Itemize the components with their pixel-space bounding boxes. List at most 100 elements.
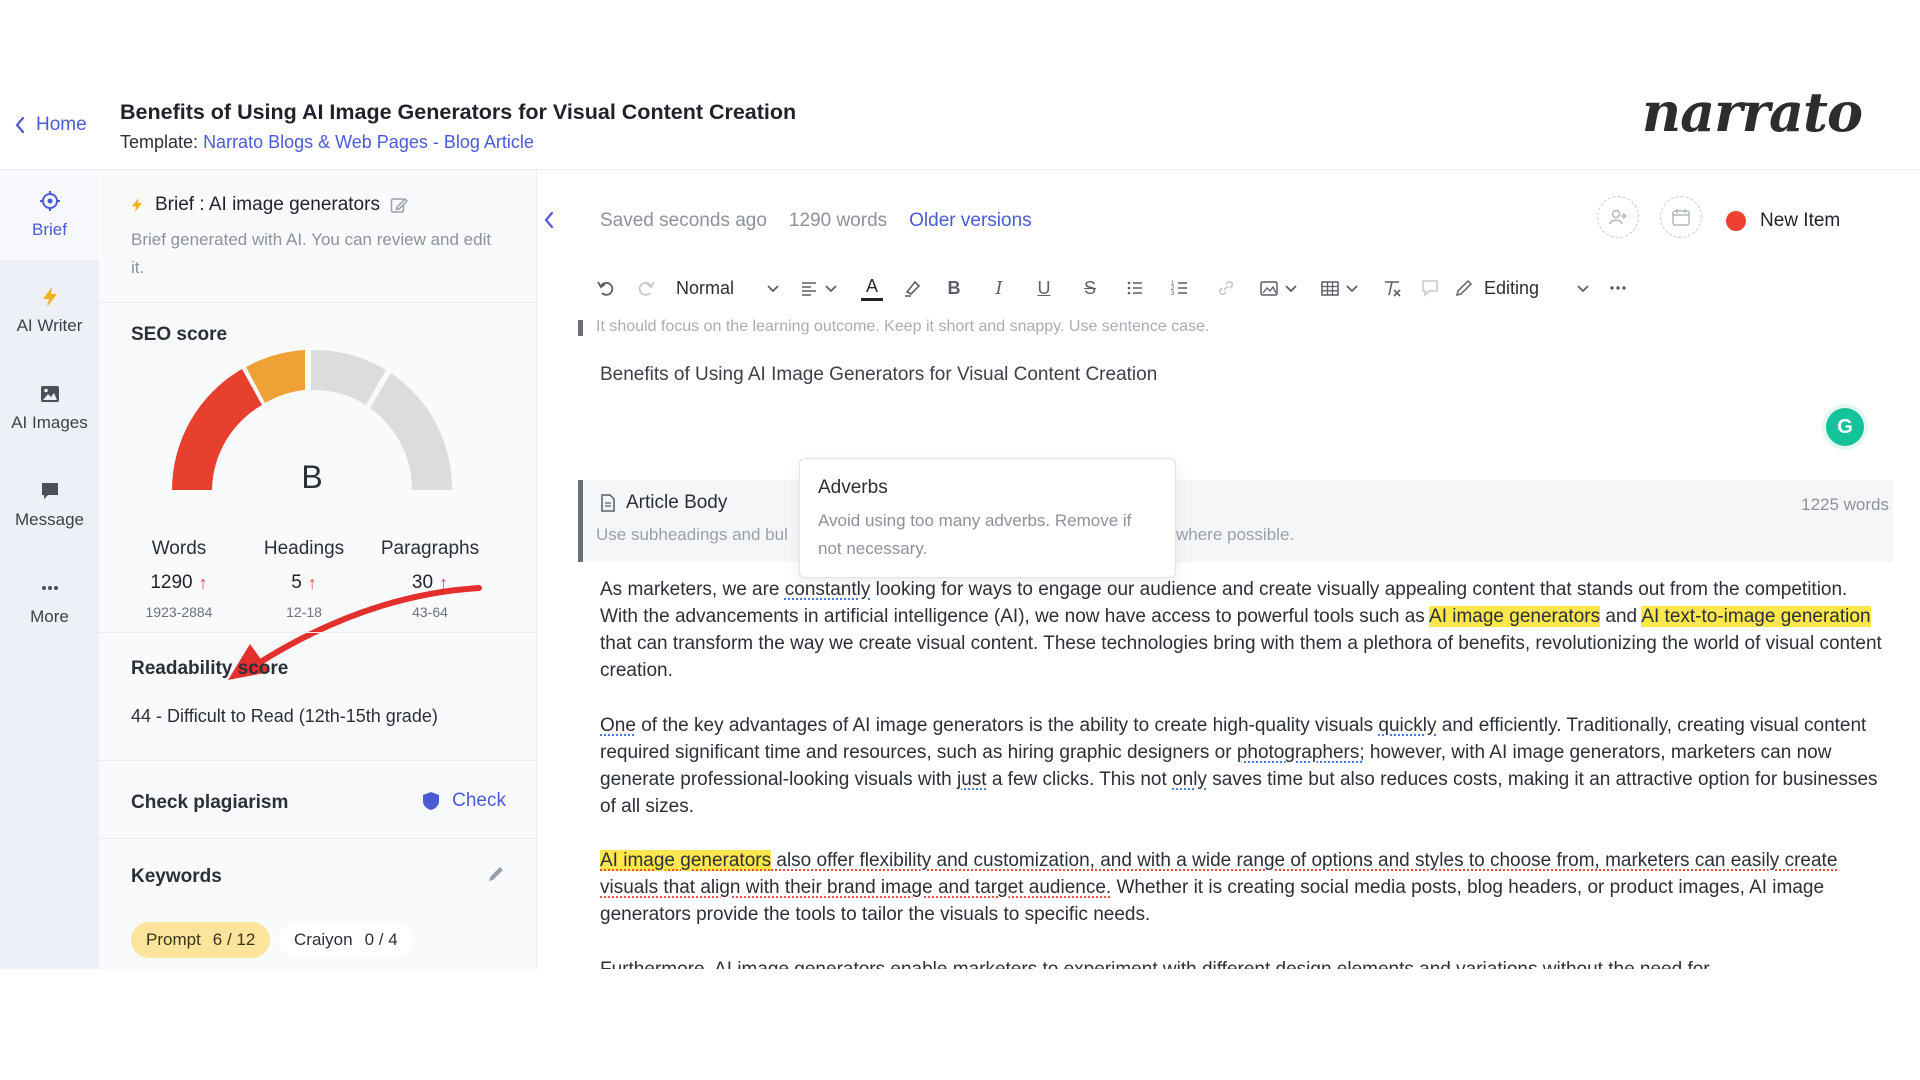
template-link[interactable]: Narrato Blogs & Web Pages - Blog Article [203,132,534,152]
keywords-title: Keywords [131,866,222,887]
seo-gauge: B [172,349,453,495]
italic-icon[interactable]: I [986,270,1012,306]
chevron-down-icon[interactable] [821,270,841,306]
link-icon[interactable] [1213,270,1239,306]
saved-status: Saved seconds ago [600,210,767,231]
divider [99,838,536,839]
collapse-panel-button[interactable] [537,170,561,270]
article-body-label: Article Body [626,492,728,513]
rail-item-more[interactable]: More [0,557,99,647]
text-color-icon[interactable]: A [858,270,886,306]
bullet-list-icon[interactable] [1122,270,1148,306]
text-run: As marketers, we are [600,579,785,600]
template-line: Template: Narrato Blogs & Web Pages - Bl… [120,132,534,153]
pencil-icon[interactable] [486,864,506,884]
editing-mode-select[interactable]: Editing [1454,270,1574,306]
bold-icon[interactable]: B [941,270,967,306]
edit-icon[interactable] [390,196,408,214]
rail-label-ai-images: AI Images [11,413,88,432]
adverb-suggestion[interactable]: quickly [1378,715,1436,736]
text-run: of the key advantages of AI image genera… [635,715,1379,736]
mode-label: Editing [1484,277,1540,298]
stat-label: Words [151,538,207,559]
rail-item-brief[interactable]: Brief [0,170,99,260]
rail-label-brief: Brief [32,220,67,239]
editor-area: Saved seconds ago 1290 words Older versi… [561,170,1901,969]
undo-icon[interactable] [591,270,621,306]
rail-item-ai-images[interactable]: AI Images [0,363,99,453]
target-icon [39,191,60,211]
table-icon[interactable] [1317,270,1343,306]
chip-label: Prompt [146,930,201,949]
chat-icon [41,483,58,499]
chevron-down-icon[interactable] [1571,270,1595,306]
align-icon[interactable] [796,270,822,306]
paragraph[interactable]: One of the key advantages of AI image ge… [600,712,1885,820]
rail-label-ai-writer: AI Writer [16,316,83,335]
check-label: Check [452,790,506,811]
rail-item-ai-writer[interactable]: AI Writer [0,266,99,356]
paragraph[interactable]: Furthermore, AI image generators enable … [600,956,1885,969]
grammar-suggestion[interactable]: One [600,715,636,736]
more-options-icon[interactable] [1605,270,1631,306]
gauge-segment-red [172,369,262,490]
status-new-item[interactable]: New Item [1726,210,1840,232]
underline-icon[interactable]: U [1031,270,1057,306]
keyword-highlight[interactable]: AI image generators [1429,606,1601,627]
redo-icon[interactable] [631,270,661,306]
adverbs-tooltip: Adverbs Avoid using too many adverbs. Re… [799,458,1176,578]
user-plus-icon [1609,209,1627,225]
svg-text:3: 3 [1171,291,1175,297]
highlight-icon[interactable] [899,270,927,306]
image-icon [40,386,59,402]
home-link[interactable]: Home [14,114,87,136]
document-header: Home Benefits of Using AI Image Generato… [0,78,1920,170]
shield-icon [423,792,440,810]
content-heading[interactable]: Benefits of Using AI Image Generators fo… [600,364,1157,386]
keyword-highlight[interactable]: AI text-to-image generation [1641,606,1871,627]
status-label: New Item [1760,210,1841,231]
block-instruction: It should focus on the learning outcome.… [596,318,1210,335]
paragraph[interactable]: AI image generators also offer flexibili… [600,847,1885,928]
assign-user-icon[interactable] [1597,196,1639,238]
stat-label: Headings [263,538,345,559]
adverb-suggestion[interactable]: constantly [785,579,871,600]
chevron-down-icon[interactable] [1342,270,1362,306]
keyword-highlight[interactable]: AI image generators [600,850,772,871]
lightning-icon [131,197,143,213]
due-date-icon[interactable] [1660,196,1702,238]
pencil-icon [1455,279,1473,297]
insert-image-icon[interactable] [1256,270,1282,306]
rail-label-message: Message [15,510,84,529]
clear-format-icon[interactable] [1379,270,1405,306]
calendar-icon [1672,209,1690,226]
adverb-suggestion[interactable]: just [957,769,987,790]
stat-value: 1290 [150,572,193,593]
check-plagiarism-button[interactable]: Check [422,790,506,812]
older-versions-link[interactable]: Older versions [909,210,1032,232]
comment-icon[interactable] [1417,270,1443,306]
grammarly-icon[interactable]: G [1826,408,1864,446]
block-indicator [578,320,583,336]
chevron-down-icon[interactable] [1281,270,1301,306]
grammar-suggestion[interactable]: photographers; [1237,742,1365,763]
chevron-down-icon[interactable] [761,270,785,306]
adverb-suggestion[interactable]: only [1172,769,1207,790]
arrow-up-icon: ↑ [198,572,208,593]
divider [99,760,536,761]
text-run: that can transform the way we create vis… [600,633,1882,681]
paragraph[interactable]: As marketers, we are constantly looking … [600,576,1885,684]
numbered-list-icon[interactable]: 123 [1167,270,1193,306]
article-body-instruction-end: where possible. [1176,525,1295,544]
chevron-left-icon [544,211,554,229]
brief-description: Brief generated with AI. You can review … [131,230,492,277]
chip-count: 6 / 12 [212,930,256,949]
brief-title: Brief : AI image generators [155,194,380,215]
keyword-chip-prompt[interactable]: Prompt 6 / 12 [131,922,271,958]
strikethrough-icon[interactable]: S [1077,270,1103,306]
divider [99,302,536,303]
rail-item-message[interactable]: Message [0,460,99,550]
word-count-total: 1290 words [788,210,888,231]
keyword-chip-craiyon[interactable]: Craiyon 0 / 4 [279,922,413,958]
document-title: Benefits of Using AI Image Generators fo… [120,100,797,124]
